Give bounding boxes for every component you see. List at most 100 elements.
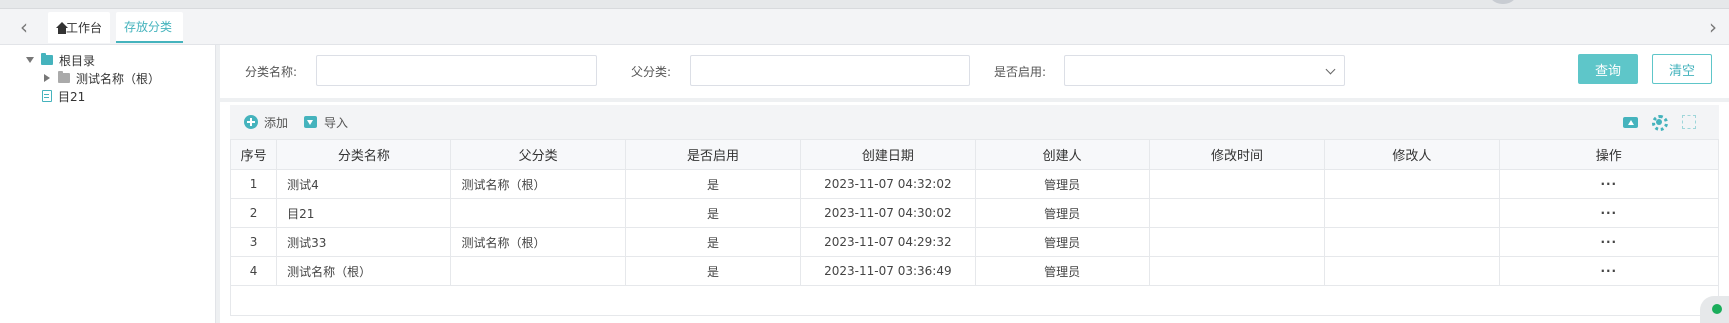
cell-created: 2023-11-07 04:32:02 [800, 169, 976, 199]
tab-workbench[interactable]: 工作台 [48, 12, 110, 43]
avatar[interactable] [1488, 0, 1518, 4]
cell-created: 2023-11-07 03:36:49 [800, 256, 976, 286]
enabled-select[interactable] [1064, 55, 1345, 86]
cell-index: 1 [229, 169, 278, 199]
cell-enabled: 是 [624, 227, 802, 257]
table-row[interactable]: 2 目21 是 2023-11-07 04:30:02 管理员 ··· [229, 198, 1720, 228]
cell-index: 2 [229, 198, 278, 228]
cell-modifier [1324, 169, 1500, 199]
table-row[interactable]: 3 测试33 测试名称（根） 是 2023-11-07 04:29:32 管理员… [229, 227, 1720, 257]
cell-index: 4 [229, 256, 278, 286]
cell-parent [450, 256, 626, 286]
cell-enabled: 是 [624, 198, 802, 228]
tree-node-root[interactable]: 根目录 [26, 50, 95, 70]
column-header[interactable]: 创建人 [974, 139, 1150, 170]
parent-category-input[interactable] [690, 55, 970, 86]
column-header: 序号 [229, 139, 278, 170]
chevron-down-icon [1325, 64, 1336, 75]
cell-parent: 测试名称（根） [450, 227, 626, 257]
category-table: 序号 分类名称 父分类 是否启用 创建日期 创建人 修改时间 修改人 操作 1 … [229, 139, 1720, 286]
results-panel: 添加 导入 序号 分类名称 父分类 是否启用 创建日期 创建人 修改时间 修改人… [220, 102, 1729, 323]
online-status-icon[interactable] [1700, 296, 1729, 323]
tree-node-child-label: 测试名称（根） [76, 71, 161, 86]
search-form: 分类名称: 父分类: 是否启用: 查询 清空 [220, 45, 1729, 98]
tree-node-sibling[interactable]: 目21 [42, 86, 85, 106]
fullscreen-icon[interactable] [1680, 113, 1698, 131]
chevron-left-icon[interactable]: ‹ [6, 9, 42, 45]
category-tree: 根目录 测试名称（根） 目21 [0, 45, 216, 323]
column-header[interactable]: 是否启用 [624, 139, 802, 170]
more-actions-icon[interactable]: ··· [1600, 177, 1617, 191]
tree-node-child[interactable]: 测试名称（根） [44, 68, 160, 88]
more-actions-icon[interactable]: ··· [1600, 206, 1617, 220]
cell-modified [1148, 256, 1326, 286]
column-header[interactable]: 修改时间 [1148, 139, 1326, 170]
more-actions-icon[interactable]: ··· [1600, 264, 1617, 278]
add-circle-icon [244, 115, 258, 129]
add-button[interactable]: 添加 [244, 114, 288, 131]
cell-actions: ··· [1498, 198, 1720, 228]
enabled-label: 是否启用: [994, 65, 1047, 79]
upload-folder-icon[interactable] [1622, 113, 1640, 131]
cell-creator: 管理员 [974, 198, 1150, 228]
cell-index: 3 [229, 227, 278, 257]
folder-open-icon [41, 53, 53, 65]
cell-created: 2023-11-07 04:29:32 [800, 227, 976, 257]
tab-workbench-label: 工作台 [65, 21, 102, 35]
cell-parent [450, 198, 626, 228]
tab-bar: ‹ 工作台 存放分类 › [0, 9, 1729, 45]
parent-category-label: 父分类: [631, 65, 672, 79]
cell-name: 测试名称（根） [276, 256, 452, 286]
cell-actions: ··· [1498, 169, 1720, 199]
query-button[interactable]: 查询 [1578, 54, 1638, 84]
import-button[interactable]: 导入 [302, 114, 348, 131]
home-icon [56, 21, 68, 34]
import-button-label: 导入 [324, 115, 349, 130]
chevron-right-icon[interactable]: › [1695, 9, 1729, 45]
cell-modified [1148, 227, 1326, 257]
table-row[interactable]: 4 测试名称（根） 是 2023-11-07 03:36:49 管理员 ··· [229, 256, 1720, 286]
category-name-label: 分类名称: [245, 65, 298, 79]
add-button-label: 添加 [264, 115, 289, 130]
cell-name: 测试33 [276, 227, 452, 257]
cell-creator: 管理员 [974, 169, 1150, 199]
tab-storage-category-label: 存放分类 [124, 20, 173, 34]
more-actions-icon[interactable]: ··· [1600, 235, 1617, 249]
column-header: 操作 [1498, 139, 1720, 170]
import-icon [304, 116, 318, 128]
browser-top-strip [0, 0, 1729, 9]
tree-node-root-label: 根目录 [59, 53, 96, 68]
table-row[interactable]: 1 测试4 测试名称（根） 是 2023-11-07 04:32:02 管理员 … [229, 169, 1720, 199]
file-icon [42, 90, 52, 102]
cell-modifier [1324, 227, 1500, 257]
cell-modifier [1324, 198, 1500, 228]
gear-icon[interactable] [1650, 113, 1668, 131]
column-header[interactable]: 分类名称 [276, 139, 452, 170]
cell-enabled: 是 [624, 256, 802, 286]
cell-parent: 测试名称（根） [450, 169, 626, 199]
cell-actions: ··· [1498, 227, 1720, 257]
cell-modifier [1324, 256, 1500, 286]
caret-down-icon[interactable] [26, 57, 34, 63]
cell-modified [1148, 169, 1326, 199]
category-name-input[interactable] [316, 55, 597, 86]
tree-node-sibling-label: 目21 [58, 89, 86, 104]
column-header[interactable]: 修改人 [1324, 139, 1500, 170]
cell-created: 2023-11-07 04:30:02 [800, 198, 976, 228]
cell-name: 测试4 [276, 169, 452, 199]
caret-right-icon[interactable] [44, 74, 50, 82]
cell-name: 目21 [276, 198, 452, 228]
cell-modified [1148, 198, 1326, 228]
cell-enabled: 是 [624, 169, 802, 199]
folder-icon [58, 71, 70, 83]
table-empty-area [230, 286, 1719, 316]
table-toolbar: 添加 导入 [230, 105, 1719, 139]
tab-storage-category[interactable]: 存放分类 [116, 12, 183, 43]
cell-creator: 管理员 [974, 256, 1150, 286]
column-header[interactable]: 创建日期 [800, 139, 976, 170]
table-header-row: 序号 分类名称 父分类 是否启用 创建日期 创建人 修改时间 修改人 操作 [229, 139, 1720, 170]
clear-button[interactable]: 清空 [1652, 54, 1712, 84]
column-header[interactable]: 父分类 [450, 139, 626, 170]
cell-creator: 管理员 [974, 227, 1150, 257]
cell-actions: ··· [1498, 256, 1720, 286]
